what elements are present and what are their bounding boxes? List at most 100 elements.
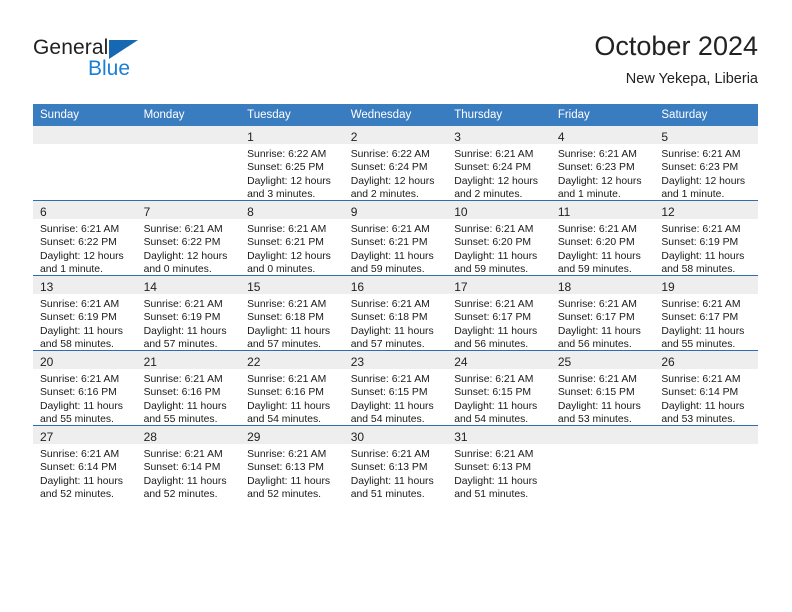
sunset-text: Sunset: 6:15 PM: [557, 387, 635, 399]
sunrise-text: Sunrise: 6:21 AM: [350, 449, 430, 460]
day-number-band: [654, 426, 758, 444]
day-details: Sunrise: 6:21 AM Sunset: 6:16 PM Daylight:…: [240, 369, 344, 427]
day-details: Sunrise: 6:21 AM Sunset: 6:17 PM Daylight:…: [654, 294, 758, 352]
calendar-day-cell[interactable]: 1 Sunrise: 6:22 AM Sunset: 6:25 PM Daylight…: [240, 126, 344, 201]
calendar-day-cell[interactable]: 25 Sunrise: 6:21 AM Sunset: 6:15 PM Dayligh…: [550, 350, 655, 426]
calendar-day-cell[interactable]: 27 Sunrise: 6:21 AM Sunset: 6:14 PM Dayligh…: [33, 425, 137, 500]
logo-word-blue: Blue: [88, 57, 131, 80]
day-number-band: 11: [550, 201, 655, 219]
day-cell-inner: [550, 426, 655, 500]
calendar-day-cell[interactable]: 24 Sunrise: 6:21 AM Sunset: 6:15 PM Dayligh…: [447, 350, 551, 426]
calendar-week-row: 13 Sunrise: 6:21 AM Sunset: 6:19 PM Dayligh…: [33, 275, 758, 351]
calendar-day-cell[interactable]: 9 Sunrise: 6:21 AM Sunset: 6:21 PM Daylight…: [343, 200, 448, 276]
calendar-day-cell[interactable]: 7 Sunrise: 6:21 AM Sunset: 6:22 PM Daylight…: [136, 200, 241, 276]
title-block: October 2024 New Yekepa, Liberia: [594, 30, 758, 88]
daylight-text-line2: and 58 minutes.: [661, 264, 736, 276]
calendar-day-cell[interactable]: 26 Sunrise: 6:21 AM Sunset: 6:14 PM Dayligh…: [654, 350, 758, 427]
day-number: 6: [40, 205, 47, 219]
page-header: General Blue October 2024 New Yekepa, Li…: [0, 0, 792, 100]
daylight-text-line2: and 1 minute.: [557, 189, 621, 201]
day-cell-inner: 19 Sunrise: 6:21 AM Sunset: 6:17 PM Dayligh…: [654, 276, 758, 350]
daylight-text-line1: Daylight: 11 hours: [350, 400, 434, 412]
calendar-day-cell-empty: [33, 126, 137, 201]
day-number-band: 27: [33, 426, 137, 444]
calendar-day-cell[interactable]: 15 Sunrise: 6:21 AM Sunset: 6:18 PM Dayligh…: [240, 275, 344, 351]
day-number: 17: [454, 280, 468, 294]
day-cell-inner: 3 Sunrise: 6:21 AM Sunset: 6:24 PM Daylight…: [447, 126, 551, 200]
calendar-day-cell[interactable]: 31 Sunrise: 6:21 AM Sunset: 6:13 PM Dayligh…: [447, 425, 551, 500]
calendar-day-cell[interactable]: 5 Sunrise: 6:21 AM Sunset: 6:23 PM Daylight…: [654, 126, 758, 201]
calendar-day-cell[interactable]: 14 Sunrise: 6:21 AM Sunset: 6:19 PM Dayligh…: [136, 275, 241, 351]
day-cell-inner: 30 Sunrise: 6:21 AM Sunset: 6:13 PM Dayligh…: [343, 426, 448, 500]
sunset-text: Sunset: 6:19 PM: [143, 312, 221, 324]
calendar-day-cell[interactable]: 6 Sunrise: 6:21 AM Sunset: 6:22 PM Daylight…: [33, 200, 137, 276]
calendar-day-cell[interactable]: 18 Sunrise: 6:21 AM Sunset: 6:17 PM Dayligh…: [550, 275, 655, 351]
calendar-day-cell[interactable]: 22 Sunrise: 6:21 AM Sunset: 6:16 PM Dayligh…: [240, 350, 344, 427]
sunrise-text: Sunrise: 6:21 AM: [40, 299, 120, 310]
day-number: 27: [40, 430, 54, 444]
sunrise-text: Sunrise: 6:21 AM: [454, 299, 534, 310]
calendar-day-cell[interactable]: 20 Sunrise: 6:21 AM Sunset: 6:16 PM Dayligh…: [33, 350, 137, 426]
calendar-day-cell[interactable]: 16 Sunrise: 6:21 AM Sunset: 6:18 PM Dayligh…: [343, 275, 448, 351]
day-number-band: 30: [343, 426, 448, 444]
day-details: Sunrise: 6:22 AM Sunset: 6:24 PM Daylight:…: [344, 144, 448, 202]
calendar-day-cell[interactable]: 17 Sunrise: 6:21 AM Sunset: 6:17 PM Dayligh…: [447, 275, 551, 351]
sunrise-text: Sunrise: 6:21 AM: [350, 374, 430, 385]
sunset-text: Sunset: 6:21 PM: [247, 237, 324, 249]
general-blue-logo[interactable]: General Blue: [33, 36, 213, 84]
day-cell-inner: [33, 126, 137, 200]
sunrise-text: Sunrise: 6:21 AM: [40, 224, 120, 235]
calendar-day-cell[interactable]: 11 Sunrise: 6:21 AM Sunset: 6:20 PM Dayligh…: [550, 200, 655, 276]
day-number: 16: [350, 280, 365, 294]
day-number-band: [33, 126, 137, 144]
day-cell-inner: [654, 426, 758, 500]
daylight-text-line1: Daylight: 11 hours: [557, 400, 641, 412]
sunrise-text: Sunrise: 6:22 AM: [247, 149, 327, 160]
day-number: 8: [247, 205, 254, 219]
calendar-day-cell[interactable]: 4 Sunrise: 6:21 AM Sunset: 6:23 PM Daylight…: [550, 126, 655, 201]
sunrise-text: Sunrise: 6:21 AM: [454, 149, 534, 160]
sunset-text: Sunset: 6:20 PM: [557, 237, 635, 249]
sunset-text: Sunset: 6:21 PM: [350, 237, 428, 249]
daylight-text-line2: and 57 minutes.: [143, 339, 218, 351]
day-cell-inner: 4 Sunrise: 6:21 AM Sunset: 6:23 PM Daylight…: [550, 126, 655, 201]
sunset-text: Sunset: 6:19 PM: [40, 312, 117, 324]
day-number: 23: [350, 355, 365, 369]
sunset-text: Sunset: 6:22 PM: [143, 237, 221, 249]
calendar-day-cell[interactable]: 8 Sunrise: 6:21 AM Sunset: 6:21 PM Daylight…: [240, 200, 344, 276]
calendar-day-cell[interactable]: 19 Sunrise: 6:21 AM Sunset: 6:17 PM Dayligh…: [654, 275, 758, 351]
day-cell-inner: 27 Sunrise: 6:21 AM Sunset: 6:14 PM Dayligh…: [33, 426, 137, 500]
sunrise-text: Sunrise: 6:21 AM: [661, 374, 741, 385]
day-number-band: 22: [240, 351, 344, 369]
calendar-day-cell[interactable]: 2 Sunrise: 6:22 AM Sunset: 6:24 PM Daylight…: [343, 126, 448, 202]
day-number: 22: [247, 355, 261, 369]
sunrise-text: Sunrise: 6:21 AM: [247, 374, 327, 385]
daylight-text-line1: Daylight: 11 hours: [247, 400, 331, 412]
day-cell-inner: 9 Sunrise: 6:21 AM Sunset: 6:21 PM Daylight…: [343, 201, 448, 275]
daylight-text-line2: and 59 minutes.: [454, 264, 529, 276]
calendar-day-cell[interactable]: 23 Sunrise: 6:21 AM Sunset: 6:15 PM Dayligh…: [343, 350, 448, 426]
sunrise-text: Sunrise: 6:22 AM: [350, 149, 430, 160]
calendar-day-cell[interactable]: 28 Sunrise: 6:21 AM Sunset: 6:14 PM Dayligh…: [136, 425, 241, 501]
calendar-day-cell-empty: [136, 126, 241, 201]
daylight-text-line1: Daylight: 11 hours: [40, 325, 123, 337]
calendar-day-cell[interactable]: 12 Sunrise: 6:21 AM Sunset: 6:19 PM Dayligh…: [654, 200, 758, 276]
sunrise-text: Sunrise: 6:21 AM: [557, 149, 637, 160]
day-number: 9: [350, 205, 358, 219]
calendar-day-cell[interactable]: 21 Sunrise: 6:21 AM Sunset: 6:16 PM Dayligh…: [136, 350, 241, 426]
calendar-day-cell[interactable]: 10 Sunrise: 6:21 AM Sunset: 6:20 PM Dayligh…: [447, 200, 551, 276]
day-number-band: 19: [654, 276, 758, 294]
weekday-header-friday: Friday: [550, 104, 655, 126]
daylight-text-line2: and 52 minutes.: [247, 489, 322, 501]
day-number: 3: [454, 130, 461, 144]
daylight-text-line1: Daylight: 11 hours: [247, 325, 331, 337]
calendar-day-cell[interactable]: 30 Sunrise: 6:21 AM Sunset: 6:13 PM Dayligh…: [343, 425, 448, 500]
day-details: Sunrise: 6:21 AM Sunset: 6:14 PM Daylight:…: [654, 369, 758, 427]
calendar-day-cell[interactable]: 3 Sunrise: 6:21 AM Sunset: 6:24 PM Daylight…: [447, 126, 551, 201]
daylight-text-line2: and 52 minutes.: [143, 489, 218, 501]
calendar-day-cell[interactable]: 29 Sunrise: 6:21 AM Sunset: 6:13 PM Dayligh…: [240, 425, 344, 501]
calendar-day-cell[interactable]: 13 Sunrise: 6:21 AM Sunset: 6:19 PM Dayligh…: [33, 275, 137, 351]
daylight-text-line2: and 59 minutes.: [557, 264, 632, 276]
sunrise-text: Sunrise: 6:21 AM: [557, 299, 637, 310]
daylight-text-line2: and 55 minutes.: [40, 414, 114, 426]
